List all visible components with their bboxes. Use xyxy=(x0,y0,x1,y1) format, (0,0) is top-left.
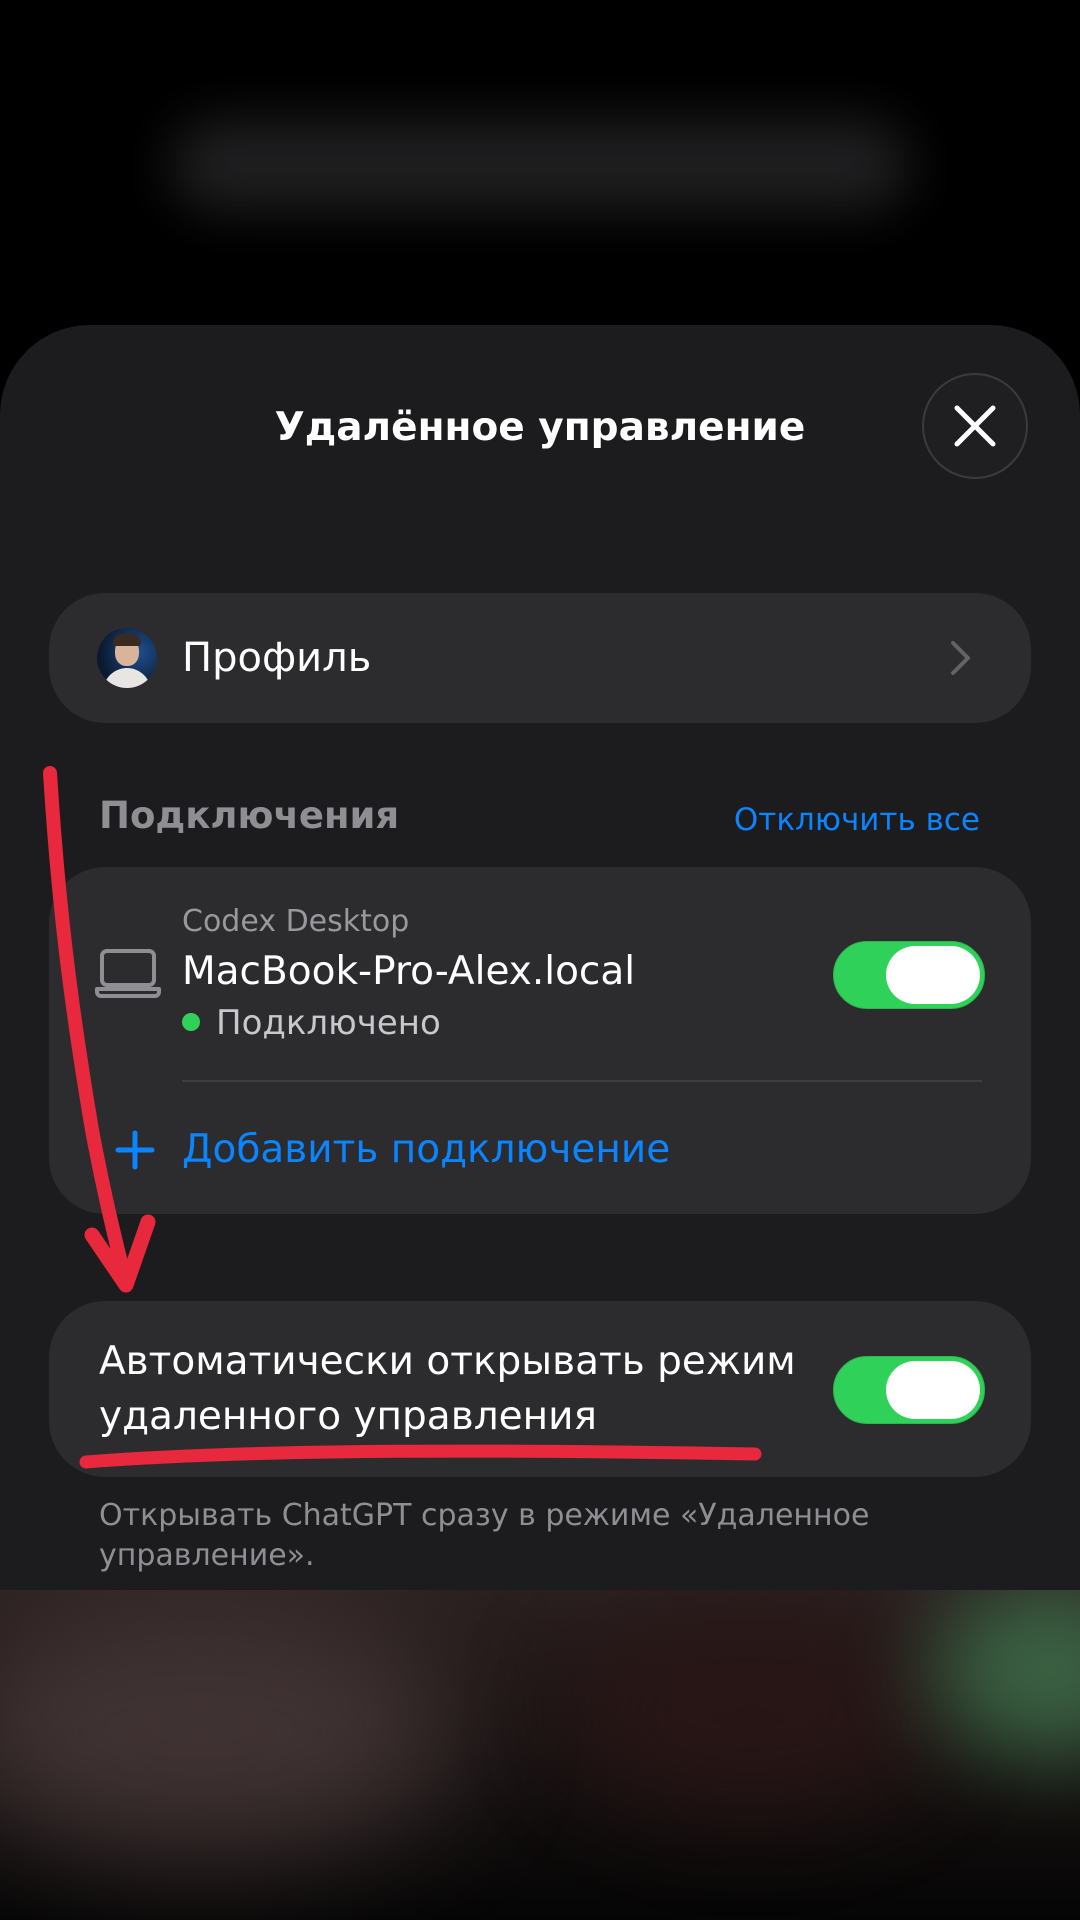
background-blurred-content-bottom xyxy=(0,1590,1080,1920)
disconnect-all-button[interactable]: Отключить все xyxy=(734,796,980,844)
profile-label: Профиль xyxy=(182,635,372,681)
avatar xyxy=(97,628,157,688)
close-icon xyxy=(954,405,996,447)
chevron-right-icon xyxy=(951,641,970,675)
screen: Удалённое управление Профиль Подключения… xyxy=(0,0,1080,1920)
connections-section-title: Подключения xyxy=(99,794,400,837)
divider xyxy=(182,1080,982,1082)
auto-open-toggle[interactable] xyxy=(833,1356,985,1424)
sheet-title: Удалённое управление xyxy=(274,405,806,450)
connection-app-name: Codex Desktop xyxy=(182,904,410,939)
auto-open-note: Открывать ChatGPT сразу в режиме «Удален… xyxy=(99,1498,870,1573)
close-button[interactable] xyxy=(922,373,1028,479)
auto-open-label: Автоматически открывать режим удаленного… xyxy=(99,1339,796,1439)
connected-status-dot xyxy=(182,1013,200,1031)
laptop-icon xyxy=(95,949,161,998)
add-connection-button[interactable]: Добавить подключение xyxy=(182,1122,670,1178)
connection-toggle[interactable] xyxy=(833,941,985,1009)
toggle-knob xyxy=(886,946,980,1004)
toggle-knob xyxy=(886,1361,980,1419)
plus-icon xyxy=(115,1130,155,1170)
background-blurred-content xyxy=(170,120,910,210)
connection-status: Подключено xyxy=(216,1003,441,1043)
connection-device-name: MacBook-Pro-Alex.local xyxy=(182,949,636,994)
